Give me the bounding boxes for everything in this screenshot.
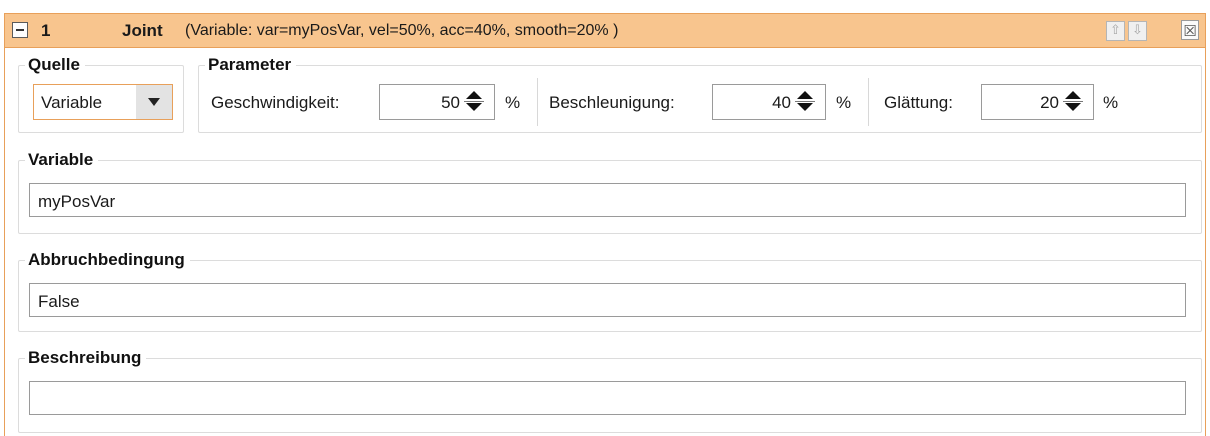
acceleration-spin-buttons[interactable] <box>795 91 815 113</box>
spin-down-icon[interactable] <box>466 103 482 111</box>
spin-down-icon[interactable] <box>797 103 813 111</box>
velocity-label: Geschwindigkeit: <box>211 93 340 112</box>
parameter-legend: Parameter <box>208 55 292 74</box>
smoothing-stepper[interactable]: 20 <box>981 84 1094 120</box>
smoothing-label: Glättung: <box>884 93 953 112</box>
velocity-spin-buttons[interactable] <box>464 91 484 113</box>
variable-input[interactable]: myPosVar <box>29 183 1186 217</box>
move-down-icon[interactable]: ⇩ <box>1128 21 1147 41</box>
acceleration-unit: % <box>836 93 852 112</box>
spin-up-icon[interactable] <box>797 91 813 99</box>
source-legend: Quelle <box>28 55 80 74</box>
acceleration-stepper[interactable]: 40 <box>712 84 826 120</box>
acceleration-label: Beschleunigung: <box>549 93 675 112</box>
velocity-value[interactable]: 50 <box>441 93 460 113</box>
abort-condition-input[interactable]: False <box>29 283 1186 317</box>
move-up-icon[interactable]: ⇧ <box>1106 21 1125 41</box>
command-summary: (Variable: var=myPosVar, vel=50%, acc=40… <box>185 22 619 39</box>
smoothing-spin-buttons[interactable] <box>1063 91 1083 113</box>
abort-condition-legend: Abbruchbedingung <box>28 250 185 269</box>
smoothing-value[interactable]: 20 <box>1040 93 1059 113</box>
collapse-icon[interactable] <box>12 22 28 38</box>
spin-up-icon[interactable] <box>1065 91 1081 99</box>
acceleration-value[interactable]: 40 <box>772 93 791 113</box>
variable-input-value: myPosVar <box>38 192 116 211</box>
close-icon[interactable]: ☒ <box>1181 20 1199 40</box>
smoothing-unit: % <box>1103 93 1119 112</box>
source-selected-value: Variable <box>41 93 103 112</box>
variable-legend: Variable <box>28 150 94 169</box>
command-type: Joint <box>122 21 163 40</box>
spin-up-icon[interactable] <box>466 91 482 99</box>
command-index: 1 <box>41 21 51 40</box>
separator <box>868 78 869 126</box>
spin-down-icon[interactable] <box>1065 103 1081 111</box>
separator <box>537 78 538 126</box>
description-legend: Beschreibung <box>28 348 142 367</box>
velocity-stepper[interactable]: 50 <box>379 84 495 120</box>
description-input[interactable] <box>29 381 1186 415</box>
command-header[interactable]: 1 Joint (Variable: var=myPosVar, vel=50%… <box>5 14 1205 48</box>
chevron-down-icon[interactable] <box>136 85 172 119</box>
abort-condition-input-value: False <box>38 292 80 311</box>
velocity-unit: % <box>505 93 521 112</box>
source-dropdown[interactable]: Variable <box>33 84 173 120</box>
